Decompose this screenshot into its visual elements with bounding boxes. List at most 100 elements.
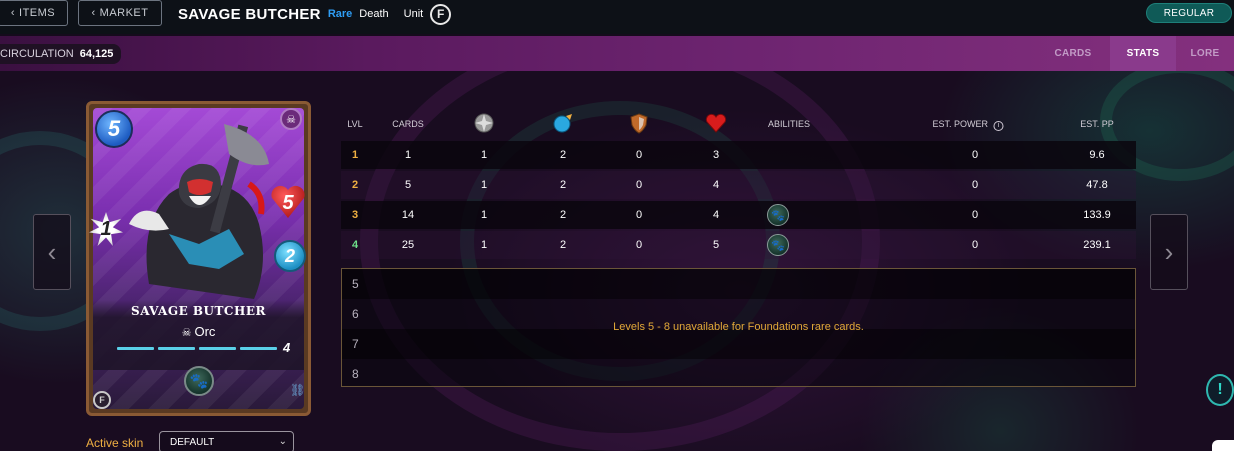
row-health: 4 [712,179,720,191]
card-type-label: Unit [403,8,424,20]
health-icon [705,113,727,133]
card-name: SAVAGE BUTCHER [131,304,266,318]
header-est-power: EST. POWER i [932,119,1004,131]
chevron-left-icon: ‹ [47,236,57,267]
chevron-left-icon: ‹ [91,7,96,19]
header-est-power-label: EST. POWER [932,119,988,129]
unavailable-level-number: 5 [352,277,359,291]
table-row: 2 5 1 2 0 4 0 47.8 [341,171,1136,199]
row-est-pp: 239.1 [1083,239,1111,251]
unavailable-level-number: 7 [352,337,359,351]
rarity-label: Rare [327,8,353,20]
row-armor: 0 [635,239,643,251]
row-health: 5 [712,239,720,251]
top-bar: ‹ ITEMS ‹ MARKET SAVAGE BUTCHER Rare Dea… [0,0,1234,34]
level-segment [199,347,236,350]
row-attack: 1 [480,239,488,251]
row-est-power: 0 [971,179,979,191]
tab-stats[interactable]: STATS [1110,36,1176,71]
edition-icon: F [93,391,111,409]
card-race-label: Orc [194,324,216,339]
card-title-block: SAVAGE BUTCHER Rare Death Unit F [178,3,452,25]
speed-stat: 2 [274,240,306,272]
items-back-label: ITEMS [19,7,56,19]
row-attack: 1 [480,149,488,161]
table-row: 1 1 1 2 0 3 0 9.6 [341,141,1136,169]
level-segment [240,347,277,350]
row-health: 4 [712,209,720,221]
row-est-pp: 133.9 [1083,209,1111,221]
help-button[interactable]: ! [1206,374,1234,406]
row-speed: 2 [559,209,567,221]
table-row: 4 25 1 2 0 5 🐾 0 239.1 [341,231,1136,259]
tab-lore[interactable]: LORE [1176,36,1234,71]
row-est-pp: 9.6 [1089,149,1105,161]
foil-toggle-button[interactable]: REGULAR [1146,3,1232,23]
ability-icon[interactable]: 🐾 [767,234,789,256]
next-card-button[interactable]: › [1150,214,1188,290]
foundations-edition-icon: F [430,3,452,25]
info-strip: CIRCULATION 64,125 CARDS STATS LORE [0,36,1234,71]
chain-icon: ⛓ [290,383,306,397]
orc-race-icon: ☠ [181,327,192,339]
tab-cards[interactable]: CARDS [1036,36,1110,71]
ability-icon: 🐾 [184,366,214,396]
chat-button[interactable] [1212,440,1234,451]
row-armor: 0 [635,209,643,221]
unavailable-level-row: 8 [342,359,1135,389]
row-cards: 5 [404,179,412,191]
active-skin-select[interactable]: DEFAULT ⌄ [159,431,294,451]
row-armor: 0 [635,149,643,161]
table-row: 3 14 1 2 0 4 🐾 0 133.9 [341,201,1136,229]
chevron-left-icon: ‹ [10,7,16,19]
info-icon[interactable]: i [993,121,1004,131]
row-est-power: 0 [971,239,979,251]
chevron-down-icon: ⌄ [278,436,287,447]
unavailable-levels-message: Levels 5 - 8 unavailable for Foundations… [613,321,864,333]
row-lvl: 4 [351,239,359,251]
header-est-pp: EST. PP [1080,119,1114,129]
row-speed: 2 [559,149,567,161]
unavailable-level-row: 7 [342,329,1135,359]
row-est-power: 0 [971,209,979,221]
circulation-badge: CIRCULATION 64,125 [0,44,122,64]
row-attack: 1 [480,209,488,221]
market-back-label: MARKET [99,7,149,19]
active-skin-label: Active skin [86,436,144,450]
tab-bar: CARDS STATS LORE [1036,36,1234,71]
row-cards: 25 [401,239,415,251]
previous-card-button[interactable]: ‹ [33,214,71,290]
attack-icon [474,113,494,133]
card-image: 5 ☠ 1 5 2 SAVAGE BUTCHER ☠ Orc 4 🐾 F ⛓ [86,101,311,416]
level-progress-bar [117,347,277,350]
ability-icon[interactable]: 🐾 [767,204,789,226]
row-lvl: 3 [351,209,359,221]
header-abilities: ABILITIES [767,119,811,129]
row-est-power: 0 [971,149,979,161]
speed-icon [553,114,572,133]
header-cards: CARDS [392,119,424,129]
header-lvl: LVL [347,119,363,129]
market-back-button[interactable]: ‹ MARKET [78,0,162,26]
page-title: SAVAGE BUTCHER [178,5,321,23]
row-health: 3 [712,149,720,161]
row-cards: 1 [404,149,412,161]
row-speed: 2 [559,179,567,191]
items-back-button[interactable]: ‹ ITEMS [0,0,68,26]
level-segment [158,347,195,350]
circulation-label: CIRCULATION [0,48,74,60]
card-race: ☠ Orc [89,324,308,339]
row-lvl: 1 [351,149,359,161]
row-lvl: 2 [351,179,359,191]
orc-monster-illustration [129,124,269,299]
active-skin-value: DEFAULT [170,436,215,448]
armor-icon [630,113,648,134]
row-cards: 14 [401,209,415,221]
mana-cost-badge: 5 [95,110,133,148]
unavailable-level-row: 5 [342,269,1135,299]
level-segment [117,347,154,350]
row-attack: 1 [480,179,488,191]
row-est-pp: 47.8 [1086,179,1108,191]
unavailable-level-number: 6 [352,307,359,321]
stats-table-header: LVL CARDS ABILITIES EST. POWER i EST. PP [341,107,1136,141]
